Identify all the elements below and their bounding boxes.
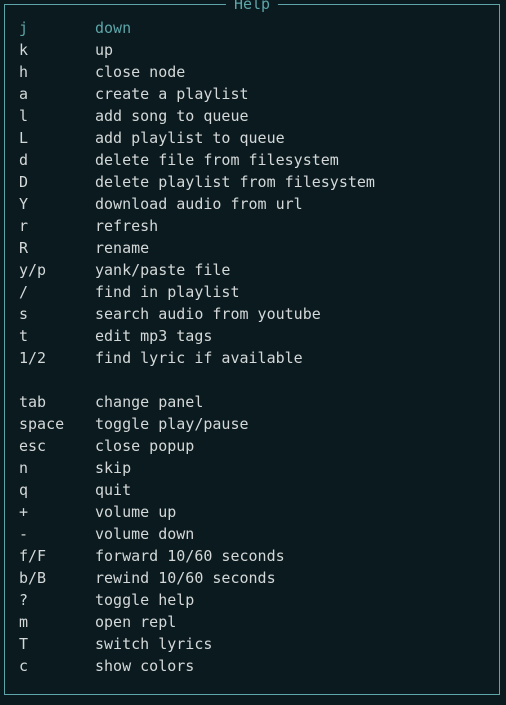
help-row: mopen repl (19, 611, 485, 633)
key-description: download audio from url (95, 193, 485, 215)
key-description: find lyric if available (95, 347, 485, 369)
key-description: create a playlist (95, 83, 485, 105)
key-binding: space (19, 413, 95, 435)
key-description: refresh (95, 215, 485, 237)
key-binding: h (19, 61, 95, 83)
key-binding: k (19, 39, 95, 61)
help-row: acreate a playlist (19, 83, 485, 105)
key-description: rewind 10/60 seconds (95, 567, 485, 589)
help-row: ?toggle help (19, 589, 485, 611)
key-description: down (95, 17, 485, 39)
separator (19, 369, 485, 391)
key-description: volume up (95, 501, 485, 523)
key-description: delete playlist from filesystem (95, 171, 485, 193)
key-binding: L (19, 127, 95, 149)
key-binding: l (19, 105, 95, 127)
key-binding: f/F (19, 545, 95, 567)
key-binding: s (19, 303, 95, 325)
key-binding: Y (19, 193, 95, 215)
help-row: cshow colors (19, 655, 485, 677)
key-binding: c (19, 655, 95, 677)
help-row: +volume up (19, 501, 485, 523)
key-description: volume down (95, 523, 485, 545)
key-description: rename (95, 237, 485, 259)
help-row: rrefresh (19, 215, 485, 237)
key-binding: 1/2 (19, 347, 95, 369)
help-row: f/Fforward 10/60 seconds (19, 545, 485, 567)
help-row: Rrename (19, 237, 485, 259)
help-row: spacetoggle play/pause (19, 413, 485, 435)
key-binding: - (19, 523, 95, 545)
key-description: yank/paste file (95, 259, 485, 281)
help-row: -volume down (19, 523, 485, 545)
key-description: search audio from youtube (95, 303, 485, 325)
key-description: close node (95, 61, 485, 83)
help-row: tabchange panel (19, 391, 485, 413)
help-row: ddelete file from filesystem (19, 149, 485, 171)
key-description: add song to queue (95, 105, 485, 127)
key-description: delete file from filesystem (95, 149, 485, 171)
panel-title: Help (226, 0, 278, 13)
key-description: switch lyrics (95, 633, 485, 655)
help-panel: Help jdownkuphclose nodeacreate a playli… (4, 4, 500, 695)
key-binding: esc (19, 435, 95, 457)
key-description: quit (95, 479, 485, 501)
help-row: jdown (19, 17, 485, 39)
key-description: forward 10/60 seconds (95, 545, 485, 567)
key-binding: ? (19, 589, 95, 611)
key-binding: t (19, 325, 95, 347)
key-description: toggle help (95, 589, 485, 611)
key-binding: / (19, 281, 95, 303)
help-row: Ladd playlist to queue (19, 127, 485, 149)
key-binding: D (19, 171, 95, 193)
key-binding: n (19, 457, 95, 479)
key-binding: j (19, 17, 95, 39)
key-description: up (95, 39, 485, 61)
help-row: ssearch audio from youtube (19, 303, 485, 325)
key-binding: d (19, 149, 95, 171)
key-binding: a (19, 83, 95, 105)
help-row: hclose node (19, 61, 485, 83)
key-description: open repl (95, 611, 485, 633)
key-description: edit mp3 tags (95, 325, 485, 347)
help-row: ladd song to queue (19, 105, 485, 127)
key-description: show colors (95, 655, 485, 677)
help-row: 1/2find lyric if available (19, 347, 485, 369)
key-binding: m (19, 611, 95, 633)
key-binding: + (19, 501, 95, 523)
key-binding: b/B (19, 567, 95, 589)
key-binding: R (19, 237, 95, 259)
key-binding: y/p (19, 259, 95, 281)
help-row: y/pyank/paste file (19, 259, 485, 281)
help-row: Tswitch lyrics (19, 633, 485, 655)
key-description: add playlist to queue (95, 127, 485, 149)
help-row: tedit mp3 tags (19, 325, 485, 347)
help-row: Ydownload audio from url (19, 193, 485, 215)
help-row: nskip (19, 457, 485, 479)
help-row: b/Brewind 10/60 seconds (19, 567, 485, 589)
key-description: skip (95, 457, 485, 479)
key-description: change panel (95, 391, 485, 413)
key-binding: q (19, 479, 95, 501)
key-description: toggle play/pause (95, 413, 485, 435)
help-row: escclose popup (19, 435, 485, 457)
key-binding: tab (19, 391, 95, 413)
key-description: close popup (95, 435, 485, 457)
help-row: qquit (19, 479, 485, 501)
key-binding: r (19, 215, 95, 237)
help-row: /find in playlist (19, 281, 485, 303)
help-content: jdownkuphclose nodeacreate a playlistlad… (5, 5, 499, 689)
help-row: Ddelete playlist from filesystem (19, 171, 485, 193)
help-row: kup (19, 39, 485, 61)
key-description: find in playlist (95, 281, 485, 303)
key-binding: T (19, 633, 95, 655)
